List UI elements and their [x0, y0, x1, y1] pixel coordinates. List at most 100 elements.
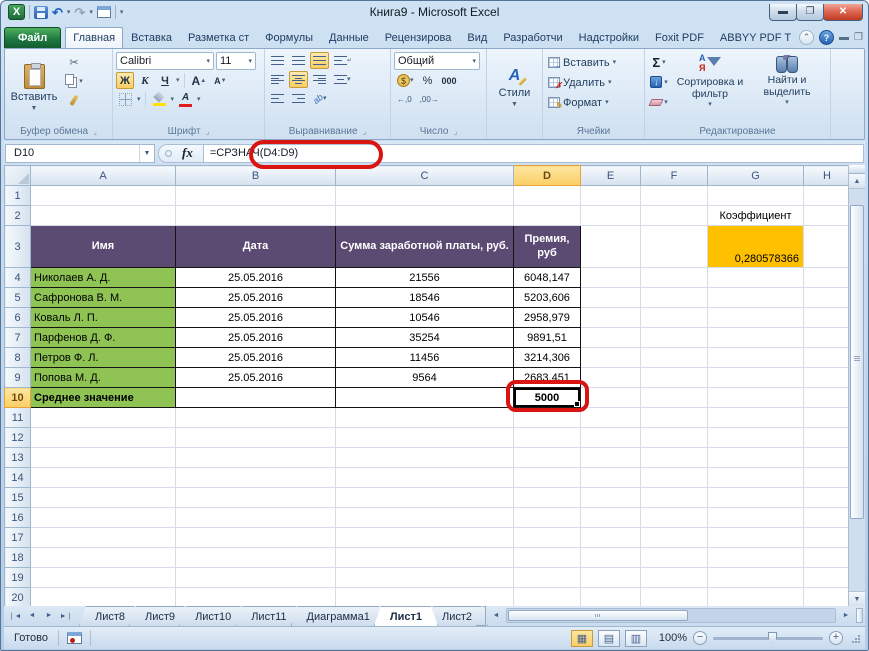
- cell-F17[interactable]: [640, 527, 708, 548]
- cell-D8[interactable]: 3214,306: [513, 347, 581, 368]
- cell-G11[interactable]: [707, 407, 804, 428]
- cell-C15[interactable]: [335, 487, 514, 508]
- scroll-down-icon[interactable]: ▼: [849, 591, 865, 606]
- cell-A11[interactable]: [30, 407, 176, 428]
- minimize-button[interactable]: ▬: [769, 3, 797, 21]
- cell-H13[interactable]: [803, 447, 851, 468]
- cell-E6[interactable]: [580, 307, 641, 328]
- align-left-button[interactable]: [268, 71, 287, 88]
- cell-C10[interactable]: [335, 387, 514, 408]
- cell-F4[interactable]: [640, 267, 708, 288]
- row-header-14[interactable]: 14: [4, 467, 31, 488]
- cell-E15[interactable]: [580, 487, 641, 508]
- cell-C3[interactable]: Сумма заработной платы, руб.: [335, 225, 514, 268]
- thousands-format-button[interactable]: 000: [439, 72, 460, 89]
- cell-B1[interactable]: [175, 185, 336, 206]
- cell-A6[interactable]: Коваль Л. П.: [30, 307, 176, 328]
- cell-G14[interactable]: [707, 467, 804, 488]
- cell-A18[interactable]: [30, 547, 176, 568]
- tab-formuly[interactable]: Формулы: [257, 27, 321, 48]
- cell-H7[interactable]: [803, 327, 851, 348]
- tab-razmetka[interactable]: Разметка ст: [180, 27, 257, 48]
- column-header-B[interactable]: B: [175, 165, 336, 186]
- resize-grip[interactable]: [849, 632, 861, 644]
- cell-D10[interactable]: 5000: [513, 387, 581, 408]
- cell-B17[interactable]: [175, 527, 336, 548]
- cell-G15[interactable]: [707, 487, 804, 508]
- help-icon[interactable]: ?: [819, 30, 835, 45]
- tab-splitter[interactable]: [856, 608, 863, 623]
- tab-scroll-right-icon[interactable]: ►: [838, 608, 854, 623]
- cell-E19[interactable]: [580, 567, 641, 588]
- select-all-corner[interactable]: [4, 165, 31, 186]
- cell-A3[interactable]: Имя: [30, 225, 176, 268]
- cell-G10[interactable]: [707, 387, 804, 408]
- cell-G1[interactable]: [707, 185, 804, 206]
- tab-abbyy-pdf[interactable]: ABBYY PDF T: [712, 27, 799, 48]
- bold-button[interactable]: Ж: [116, 72, 134, 89]
- cell-B18[interactable]: [175, 547, 336, 568]
- cell-D1[interactable]: [513, 185, 581, 206]
- cell-D9[interactable]: 2683,451: [513, 367, 581, 388]
- cell-F7[interactable]: [640, 327, 708, 348]
- align-middle-button[interactable]: [289, 52, 308, 69]
- row-header-18[interactable]: 18: [4, 547, 31, 568]
- italic-button[interactable]: К: [136, 72, 154, 89]
- cell-E18[interactable]: [580, 547, 641, 568]
- cell-E10[interactable]: [580, 387, 641, 408]
- cell-G19[interactable]: [707, 567, 804, 588]
- cell-C7[interactable]: 35254: [335, 327, 514, 348]
- cut-button[interactable]: ✂: [63, 54, 85, 70]
- tab-recenzirovanie[interactable]: Рецензирова: [377, 27, 460, 48]
- cell-E3[interactable]: [580, 225, 641, 268]
- cell-A4[interactable]: Николаев А. Д.: [30, 267, 176, 288]
- restore-button[interactable]: ❐: [796, 3, 824, 21]
- tab-razrabotchik[interactable]: Разработчи: [495, 27, 570, 48]
- row-header-1[interactable]: 1: [4, 185, 31, 206]
- cell-H12[interactable]: [803, 427, 851, 448]
- borders-button[interactable]: [116, 91, 135, 108]
- cell-D7[interactable]: 9891,51: [513, 327, 581, 348]
- fill-button[interactable]: ↓ ▾: [648, 74, 670, 90]
- tab-nadstroyki[interactable]: Надстройки: [571, 27, 647, 48]
- cell-E14[interactable]: [580, 467, 641, 488]
- column-header-G[interactable]: G: [707, 165, 804, 186]
- merge-center-button[interactable]: ▾: [331, 71, 354, 88]
- cell-G5[interactable]: [707, 287, 804, 308]
- cell-A1[interactable]: [30, 185, 176, 206]
- increase-indent-button[interactable]: [289, 90, 308, 107]
- cell-H11[interactable]: [803, 407, 851, 428]
- cell-G2[interactable]: Коэффициент: [707, 205, 804, 226]
- decrease-indent-button[interactable]: [268, 90, 287, 107]
- cell-B13[interactable]: [175, 447, 336, 468]
- cell-G12[interactable]: [707, 427, 804, 448]
- cell-E16[interactable]: [580, 507, 641, 528]
- row-header-6[interactable]: 6: [4, 307, 31, 328]
- cell-C9[interactable]: 9564: [335, 367, 514, 388]
- align-right-button[interactable]: [310, 71, 329, 88]
- column-header-A[interactable]: A: [30, 165, 176, 186]
- normal-view-button[interactable]: ▦: [571, 629, 593, 647]
- cell-C16[interactable]: [335, 507, 514, 528]
- cell-H17[interactable]: [803, 527, 851, 548]
- cell-B20[interactable]: [175, 587, 336, 606]
- paste-button[interactable]: Вставить ▼: [8, 52, 60, 123]
- zoom-slider[interactable]: [713, 631, 823, 644]
- cell-F6[interactable]: [640, 307, 708, 328]
- zoom-level[interactable]: 100%: [653, 632, 687, 644]
- clear-button[interactable]: ▾: [648, 94, 670, 110]
- cell-F2[interactable]: [640, 205, 708, 226]
- cell-F12[interactable]: [640, 427, 708, 448]
- cell-E12[interactable]: [580, 427, 641, 448]
- cell-B6[interactable]: 25.05.2016: [175, 307, 336, 328]
- cell-A13[interactable]: [30, 447, 176, 468]
- dialog-launcher-icon[interactable]: ⌟: [454, 127, 458, 136]
- autosum-button[interactable]: Σ ▾: [648, 54, 670, 70]
- column-header-H[interactable]: H: [803, 165, 851, 186]
- excel-logo-icon[interactable]: X: [8, 4, 25, 20]
- align-center-button[interactable]: [289, 71, 308, 88]
- cell-A17[interactable]: [30, 527, 176, 548]
- save-icon[interactable]: [34, 5, 48, 19]
- cell-H6[interactable]: [803, 307, 851, 328]
- column-header-D[interactable]: D: [513, 165, 581, 186]
